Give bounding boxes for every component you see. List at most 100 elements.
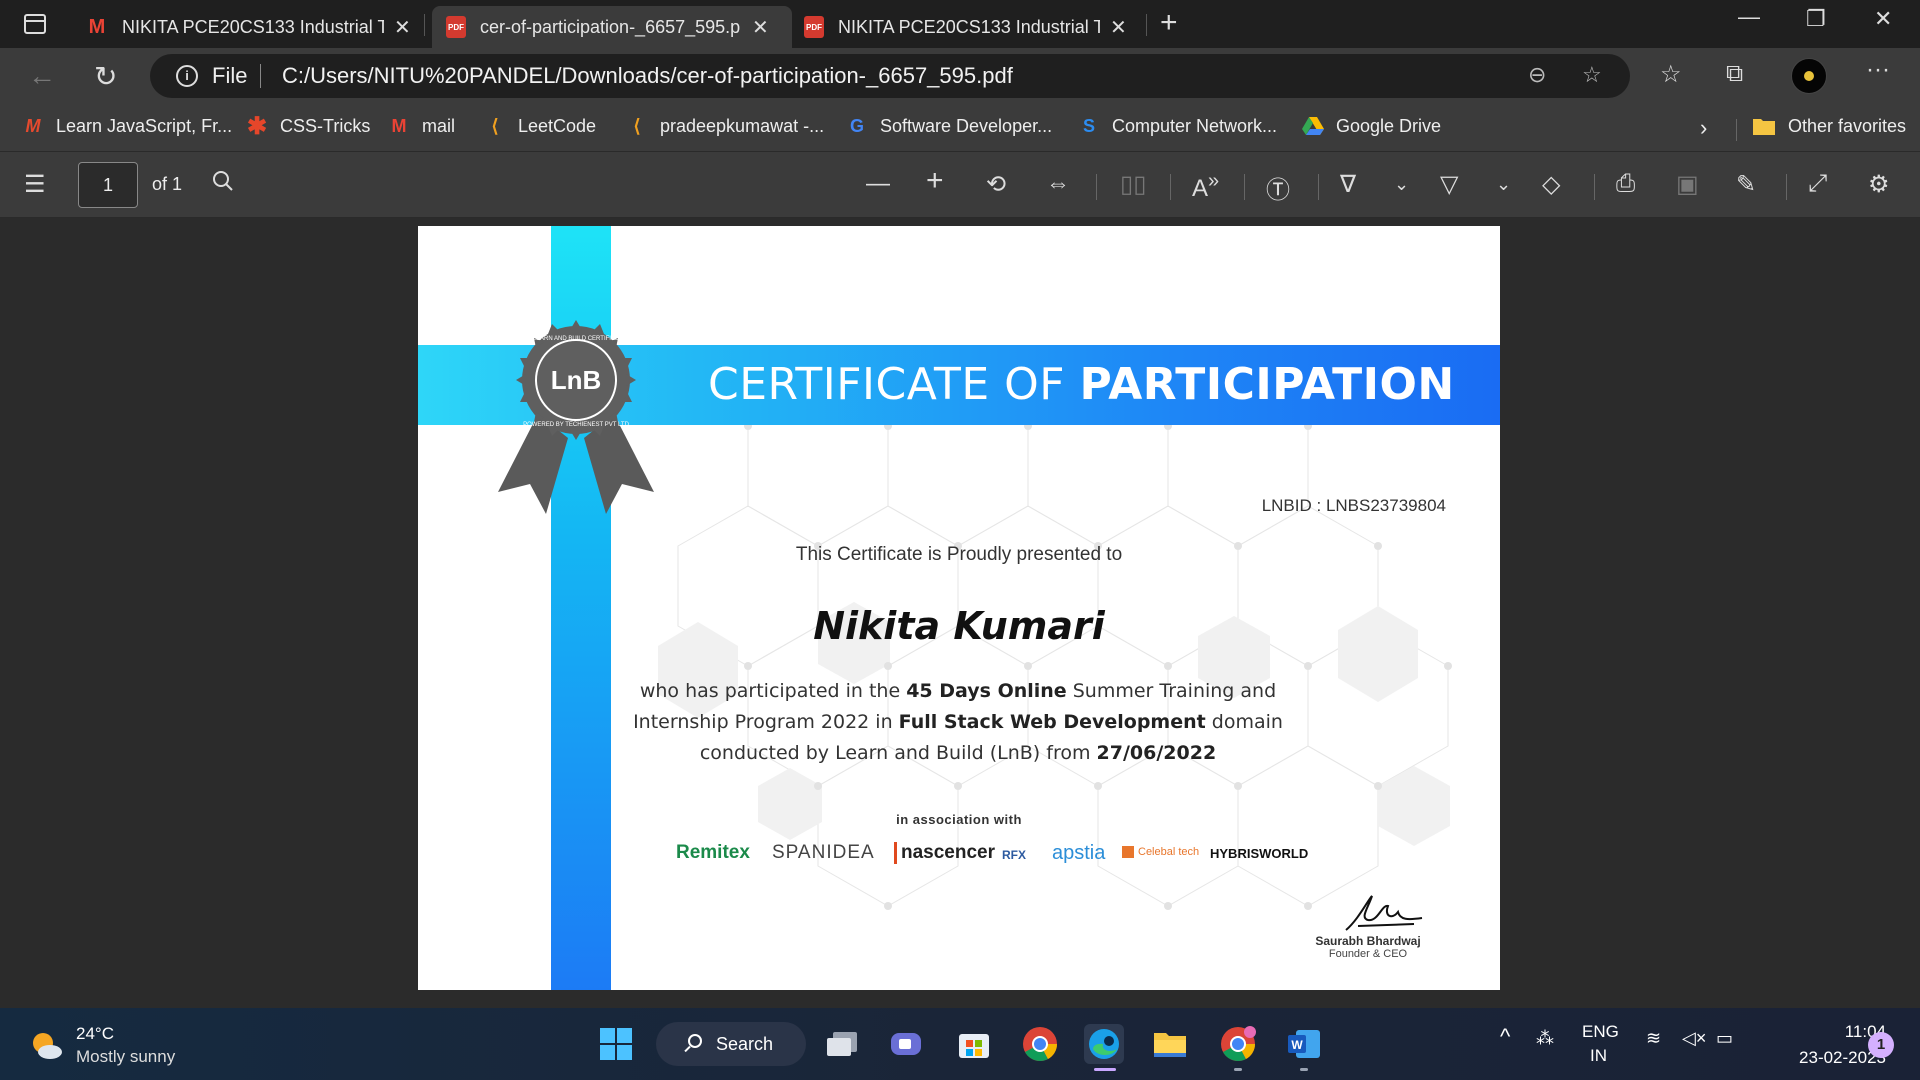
- zoom-out-icon[interactable]: —: [866, 170, 890, 198]
- minimize-icon[interactable]: —: [1738, 4, 1760, 30]
- new-tab-icon[interactable]: +: [1160, 6, 1178, 40]
- tab-certificate-pdf[interactable]: PDF cer-of-participation-_6657_595.p ✕: [432, 6, 792, 48]
- save-as-icon[interactable]: ✎: [1736, 170, 1756, 199]
- rotate-icon[interactable]: ⟲: [986, 170, 1006, 199]
- chevron-right-icon[interactable]: ›: [1700, 115, 1707, 141]
- edge-icon[interactable]: [1084, 1024, 1124, 1064]
- chevron-down-icon[interactable]: ⌄: [1496, 174, 1511, 195]
- clock-date[interactable]: 23-02-2023: [1762, 1048, 1886, 1068]
- tab-title: cer-of-participation-_6657_595.p: [480, 16, 741, 37]
- bookmark-item[interactable]: G Software Developer...: [846, 115, 1052, 137]
- fit-width-icon[interactable]: ⇔: [1046, 170, 1070, 198]
- gmail-icon: M: [88, 15, 106, 38]
- word-icon[interactable]: W: [1284, 1024, 1324, 1064]
- bookmark-item[interactable]: Google Drive: [1302, 115, 1441, 137]
- other-favorites[interactable]: Other favorites: [1752, 115, 1906, 137]
- pdf-viewer[interactable]: CERTIFICATE OF PARTICIPATION LnB LEARN A…: [0, 218, 1920, 1008]
- zoom-in-icon[interactable]: +: [926, 164, 944, 198]
- highlight-icon[interactable]: ▽: [1440, 170, 1458, 199]
- fullscreen-icon[interactable]: ⤢: [1808, 170, 1827, 198]
- collections-icon[interactable]: ⧉: [1726, 60, 1743, 88]
- lnb-seal-icon: LnB LEARN AND BUILD CERTIFIED POWERED BY…: [498, 320, 654, 514]
- microsoft-store-icon[interactable]: [954, 1024, 994, 1064]
- weather-sunny-icon[interactable]: [30, 1030, 64, 1060]
- certificate-description: who has participated in the 45 Days Onli…: [633, 680, 1283, 764]
- bookmark-item[interactable]: ⟨ pradeepkumawat -...: [626, 115, 824, 137]
- print-icon[interactable]: ⎙: [1616, 170, 1635, 198]
- profile-avatar[interactable]: [1791, 58, 1827, 94]
- refresh-icon[interactable]: ↻: [94, 60, 117, 93]
- nascencer-logo: nascencer: [894, 842, 995, 864]
- task-view-icon[interactable]: [822, 1024, 862, 1064]
- back-icon[interactable]: ←: [28, 60, 56, 92]
- close-tab-icon[interactable]: ✕: [752, 15, 769, 40]
- leetcode-icon: ⟨: [633, 115, 641, 136]
- zoom-icon[interactable]: ⊖: [1528, 62, 1546, 88]
- wifi-icon[interactable]: ≋: [1646, 1028, 1661, 1049]
- bookmark-item[interactable]: ✱ CSS-Tricks: [246, 113, 370, 140]
- chrome-icon[interactable]: [1020, 1024, 1060, 1064]
- association-label: in association with: [896, 812, 1022, 827]
- bookmark-item[interactable]: S Computer Network...: [1078, 115, 1277, 137]
- favorites-bar: M Learn JavaScript, Fr... ✱ CSS-Tricks M…: [0, 106, 1920, 152]
- close-window-icon[interactable]: ✕: [1874, 6, 1892, 32]
- tab-actions-icon[interactable]: [14, 10, 56, 38]
- bookmark-label: LeetCode: [518, 115, 597, 136]
- save-icon[interactable]: ▣: [1676, 170, 1699, 199]
- read-aloud-icon[interactable]: A»: [1192, 170, 1219, 203]
- info-icon[interactable]: i: [176, 65, 198, 87]
- tab-gmail[interactable]: M NIKITA PCE20CS133 Industrial Tra ✕: [72, 6, 425, 48]
- close-tab-icon[interactable]: ✕: [1110, 15, 1127, 40]
- lnb-id: LNBID : LNBS23739804: [1261, 496, 1446, 515]
- weather-description[interactable]: Mostly sunny: [76, 1047, 175, 1067]
- bookmark-item[interactable]: M mail: [388, 115, 456, 137]
- weather-temperature[interactable]: 24°C: [76, 1024, 114, 1044]
- pdf-divider: [1318, 174, 1319, 200]
- start-windows-icon[interactable]: [596, 1024, 636, 1064]
- more-menu-icon[interactable]: ···: [1866, 56, 1890, 84]
- bookmark-label: Other favorites: [1788, 115, 1907, 136]
- svg-text:LnB: LnB: [551, 365, 602, 395]
- taskbar-search[interactable]: Search: [656, 1022, 806, 1066]
- tab-pdf-2[interactable]: PDF NIKITA PCE20CS133 Industrial Tra ✕: [790, 6, 1141, 48]
- presented-to-text: This Certificate is Proudly presented to: [795, 544, 1123, 565]
- battery-icon[interactable]: ▭: [1716, 1028, 1733, 1049]
- dropbox-icon[interactable]: ⁂: [1536, 1028, 1554, 1049]
- settings-gear-icon[interactable]: ⚙: [1868, 170, 1890, 199]
- notification-badge[interactable]: 1: [1868, 1032, 1894, 1058]
- tab-strip: M NIKITA PCE20CS133 Industrial Tra ✕ PDF…: [0, 0, 1920, 48]
- celebal-logo: Celebal tech: [1122, 846, 1199, 858]
- page-view-icon[interactable]: ▯▯: [1120, 170, 1146, 199]
- url-text[interactable]: C:/Users/NITU%20PANDEL/Downloads/cer-of-…: [282, 63, 1013, 89]
- running-app-indicator: [1300, 1068, 1308, 1071]
- tab-title: NIKITA PCE20CS133 Industrial Tra: [838, 16, 1100, 37]
- eraser-icon[interactable]: ◇: [1542, 170, 1560, 199]
- add-favorite-icon[interactable]: ☆: [1582, 62, 1602, 88]
- address-divider: [260, 64, 261, 88]
- svg-text:LEARN AND BUILD CERTIFIED: LEARN AND BUILD CERTIFIED: [533, 336, 620, 342]
- active-app-indicator: [1094, 1068, 1116, 1071]
- search-icon[interactable]: [212, 170, 234, 199]
- signature-image: [1345, 895, 1423, 931]
- draw-icon[interactable]: ∇: [1340, 170, 1356, 199]
- chevron-down-icon[interactable]: ⌄: [1394, 174, 1409, 195]
- teams-chat-icon[interactable]: [886, 1024, 926, 1064]
- recipient-name: Nikita Kumari: [813, 604, 1105, 648]
- page-number-input[interactable]: 1: [78, 162, 138, 208]
- speaker-muted-icon[interactable]: ◁×: [1682, 1028, 1706, 1049]
- language-indicator[interactable]: ENG: [1582, 1022, 1619, 1042]
- chrome-profile-icon[interactable]: [1218, 1024, 1258, 1064]
- search-label: Search: [716, 1033, 774, 1054]
- close-tab-icon[interactable]: ✕: [394, 15, 411, 40]
- language-region[interactable]: IN: [1590, 1046, 1607, 1066]
- bookmark-label: Computer Network...: [1112, 115, 1278, 136]
- restore-icon[interactable]: ❐: [1806, 6, 1826, 32]
- favorites-icon[interactable]: ☆: [1660, 60, 1682, 89]
- text-box-icon[interactable]: Ⓣ: [1266, 170, 1290, 205]
- file-explorer-icon[interactable]: [1150, 1024, 1190, 1064]
- bookmark-item[interactable]: ⟨ LeetCode: [484, 115, 596, 137]
- show-hidden-icons-icon[interactable]: ^: [1500, 1024, 1510, 1050]
- contents-icon[interactable]: ☰: [24, 170, 46, 199]
- address-bar[interactable]: i File C:/Users/NITU%20PANDEL/Downloads/…: [150, 54, 1630, 98]
- bookmark-item[interactable]: M Learn JavaScript, Fr...: [22, 115, 233, 137]
